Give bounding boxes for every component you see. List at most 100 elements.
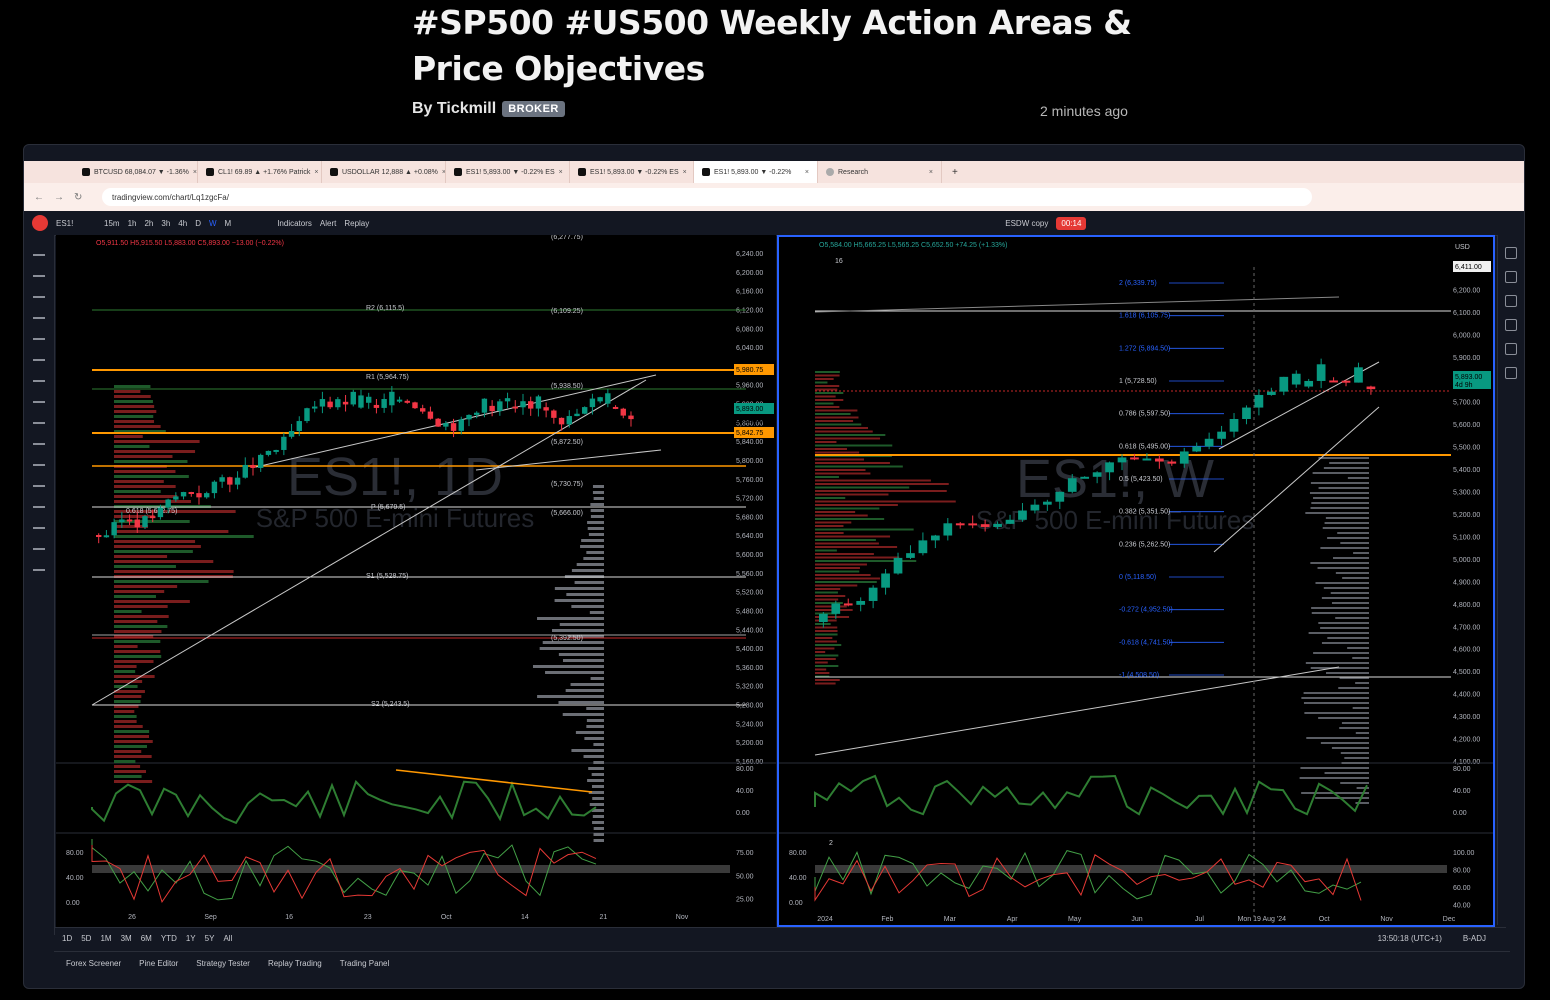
session-volume-bar (558, 653, 604, 656)
range-all[interactable]: All (223, 934, 232, 943)
recording-badge[interactable]: 00:14 (1056, 216, 1087, 230)
right-chart-pane[interactable]: 6,300.006,200.006,100.006,000.005,900.00… (777, 235, 1495, 927)
price-tick-label: 5,100.00 (1453, 534, 1480, 541)
range-3m[interactable]: 3M (121, 934, 132, 943)
volume-profile-bar (815, 444, 893, 447)
browser-tab[interactable]: USDOLLAR 12,888 ▲ +0.08% × (322, 161, 446, 183)
session-volume-bar (593, 839, 604, 842)
session-volume-bar (1323, 587, 1369, 589)
tradingview-logo-icon[interactable] (32, 215, 48, 231)
range-ytd[interactable]: YTD (161, 934, 177, 943)
volume-profile-bar (114, 620, 158, 623)
range-1y[interactable]: 1Y (186, 934, 196, 943)
session-volume-bar (1303, 702, 1369, 704)
session-volume-bar (558, 701, 604, 704)
volume-profile-bar (815, 483, 949, 485)
level-label: (6,277.75) (551, 235, 583, 241)
interval-15m[interactable]: 15m (104, 219, 120, 228)
browser-tab[interactable]: ES1! 5,893.00 ▼ -0.22% ES × (570, 161, 694, 183)
broker-badge: BROKER (502, 101, 565, 117)
session-volume-bar (1311, 612, 1369, 614)
session-volume-bar (1320, 547, 1369, 549)
interval-w[interactable]: W (209, 219, 217, 228)
price-tick-label: 6,160.00 (736, 289, 763, 296)
range-5y[interactable]: 5Y (205, 934, 215, 943)
reload-icon[interactable]: ↻ (74, 192, 82, 203)
tab-replay-trading[interactable]: Replay Trading (268, 959, 322, 968)
session-volume-bar (576, 563, 604, 566)
session-volume-bar (587, 521, 604, 524)
level-label: R2 (6,115.5) (366, 305, 404, 312)
new-tab-icon[interactable]: + (942, 167, 958, 178)
session-volume-bar (590, 509, 604, 512)
session-volume-bar (587, 779, 604, 782)
author-link[interactable]: By Tickmill (412, 100, 496, 118)
close-icon[interactable]: × (929, 169, 933, 176)
right-candle (1018, 510, 1027, 520)
volume-profile-bar (815, 504, 898, 506)
volume-profile-bar (114, 420, 155, 423)
back-icon[interactable]: ← (34, 192, 44, 203)
fib-label: -1 (4,508.50) (1119, 672, 1159, 679)
adjustment-button[interactable]: B-ADJ (1463, 934, 1486, 943)
interval-m[interactable]: M (225, 219, 232, 228)
price-tick-label: 5,700.00 (1453, 400, 1480, 407)
close-icon[interactable]: × (314, 169, 318, 176)
alert-button[interactable]: Alert (320, 219, 336, 228)
forward-icon[interactable]: → (54, 192, 64, 203)
volume-profile-bar (815, 525, 844, 527)
close-icon[interactable]: × (805, 169, 809, 176)
replay-button[interactable]: Replay (344, 219, 369, 228)
browser-tab[interactable]: BTCUSD 68,084.07 ▼ -1.36% × (74, 161, 198, 183)
session-volume-bar (1301, 697, 1369, 699)
interval-1h[interactable]: 1h (128, 219, 137, 228)
close-icon[interactable]: × (683, 169, 687, 176)
drawing-toolbar[interactable] (24, 235, 55, 935)
symbol-search[interactable]: ES1! (56, 219, 96, 228)
interval-2h[interactable]: 2h (144, 219, 153, 228)
range-1m[interactable]: 1M (100, 934, 111, 943)
right-candle (943, 523, 953, 536)
browser-tab[interactable]: ES1! 5,893.00 ▼ -0.22% ES × (446, 161, 570, 183)
clock[interactable]: 13:50:18 (UTC+1) (1378, 934, 1442, 943)
volume-profile-bar (815, 623, 831, 625)
tab-trading-panel[interactable]: Trading Panel (340, 959, 390, 968)
url-field[interactable]: tradingview.com/chart/Lq1zgcFa/ (102, 188, 1312, 206)
level-label: R1 (5,964.75) (366, 374, 409, 381)
time-tick-label: 16 (285, 914, 293, 921)
volume-profile-bar (114, 385, 151, 388)
volume-profile-bar (815, 640, 837, 643)
tab-pine-editor[interactable]: Pine Editor (139, 959, 178, 968)
fib-label: 0.618 (5,495.00) (1119, 443, 1170, 450)
fib-label: 1.618 (6,105.75) (1119, 313, 1170, 320)
range-1d[interactable]: 1D (62, 934, 72, 943)
close-icon[interactable]: × (559, 169, 563, 176)
left-chart-svg[interactable]: 6,240.00 6,200.00 6,160.00 6,120.00 6,080.00… (56, 235, 776, 927)
range-6m[interactable]: 6M (141, 934, 152, 943)
session-volume-bar (1344, 757, 1369, 759)
right-sidebar[interactable] (1497, 235, 1524, 925)
tab-forex-screener[interactable]: Forex Screener (66, 959, 121, 968)
indicators-button[interactable]: Indicators (277, 219, 312, 228)
interval-3h[interactable]: 3h (161, 219, 170, 228)
interval-4h[interactable]: 4h (178, 219, 187, 228)
interval-d[interactable]: D (195, 219, 201, 228)
browser-tab-active[interactable]: ES1! 5,893.00 ▼ -0.22% × (694, 161, 818, 183)
volume-profile-bar (114, 695, 142, 698)
tab-strategy-tester[interactable]: Strategy Tester (196, 959, 250, 968)
range-5d[interactable]: 5D (81, 934, 91, 943)
layout-button[interactable]: ESDW copy (1005, 219, 1048, 228)
tradingview-icon (454, 168, 462, 176)
volume-profile-bar (815, 441, 837, 443)
browser-tab[interactable]: Research × (818, 161, 942, 183)
right-chart-svg[interactable]: 6,300.006,200.006,100.006,000.005,900.00… (779, 237, 1493, 925)
volume-profile-bar (815, 437, 881, 440)
session-volume-bar (1331, 602, 1369, 604)
session-volume-bar (581, 539, 604, 542)
session-volume-bar (587, 527, 604, 530)
close-icon[interactable]: × (193, 169, 197, 176)
left-chart-pane[interactable]: 6,240.00 6,200.00 6,160.00 6,120.00 6,080.00… (56, 235, 776, 927)
volume-profile-bar (815, 381, 828, 384)
browser-tab[interactable]: CL1! 69.89 ▲ +1.76% Patrick × (198, 161, 322, 183)
tradingview-icon (330, 168, 338, 176)
